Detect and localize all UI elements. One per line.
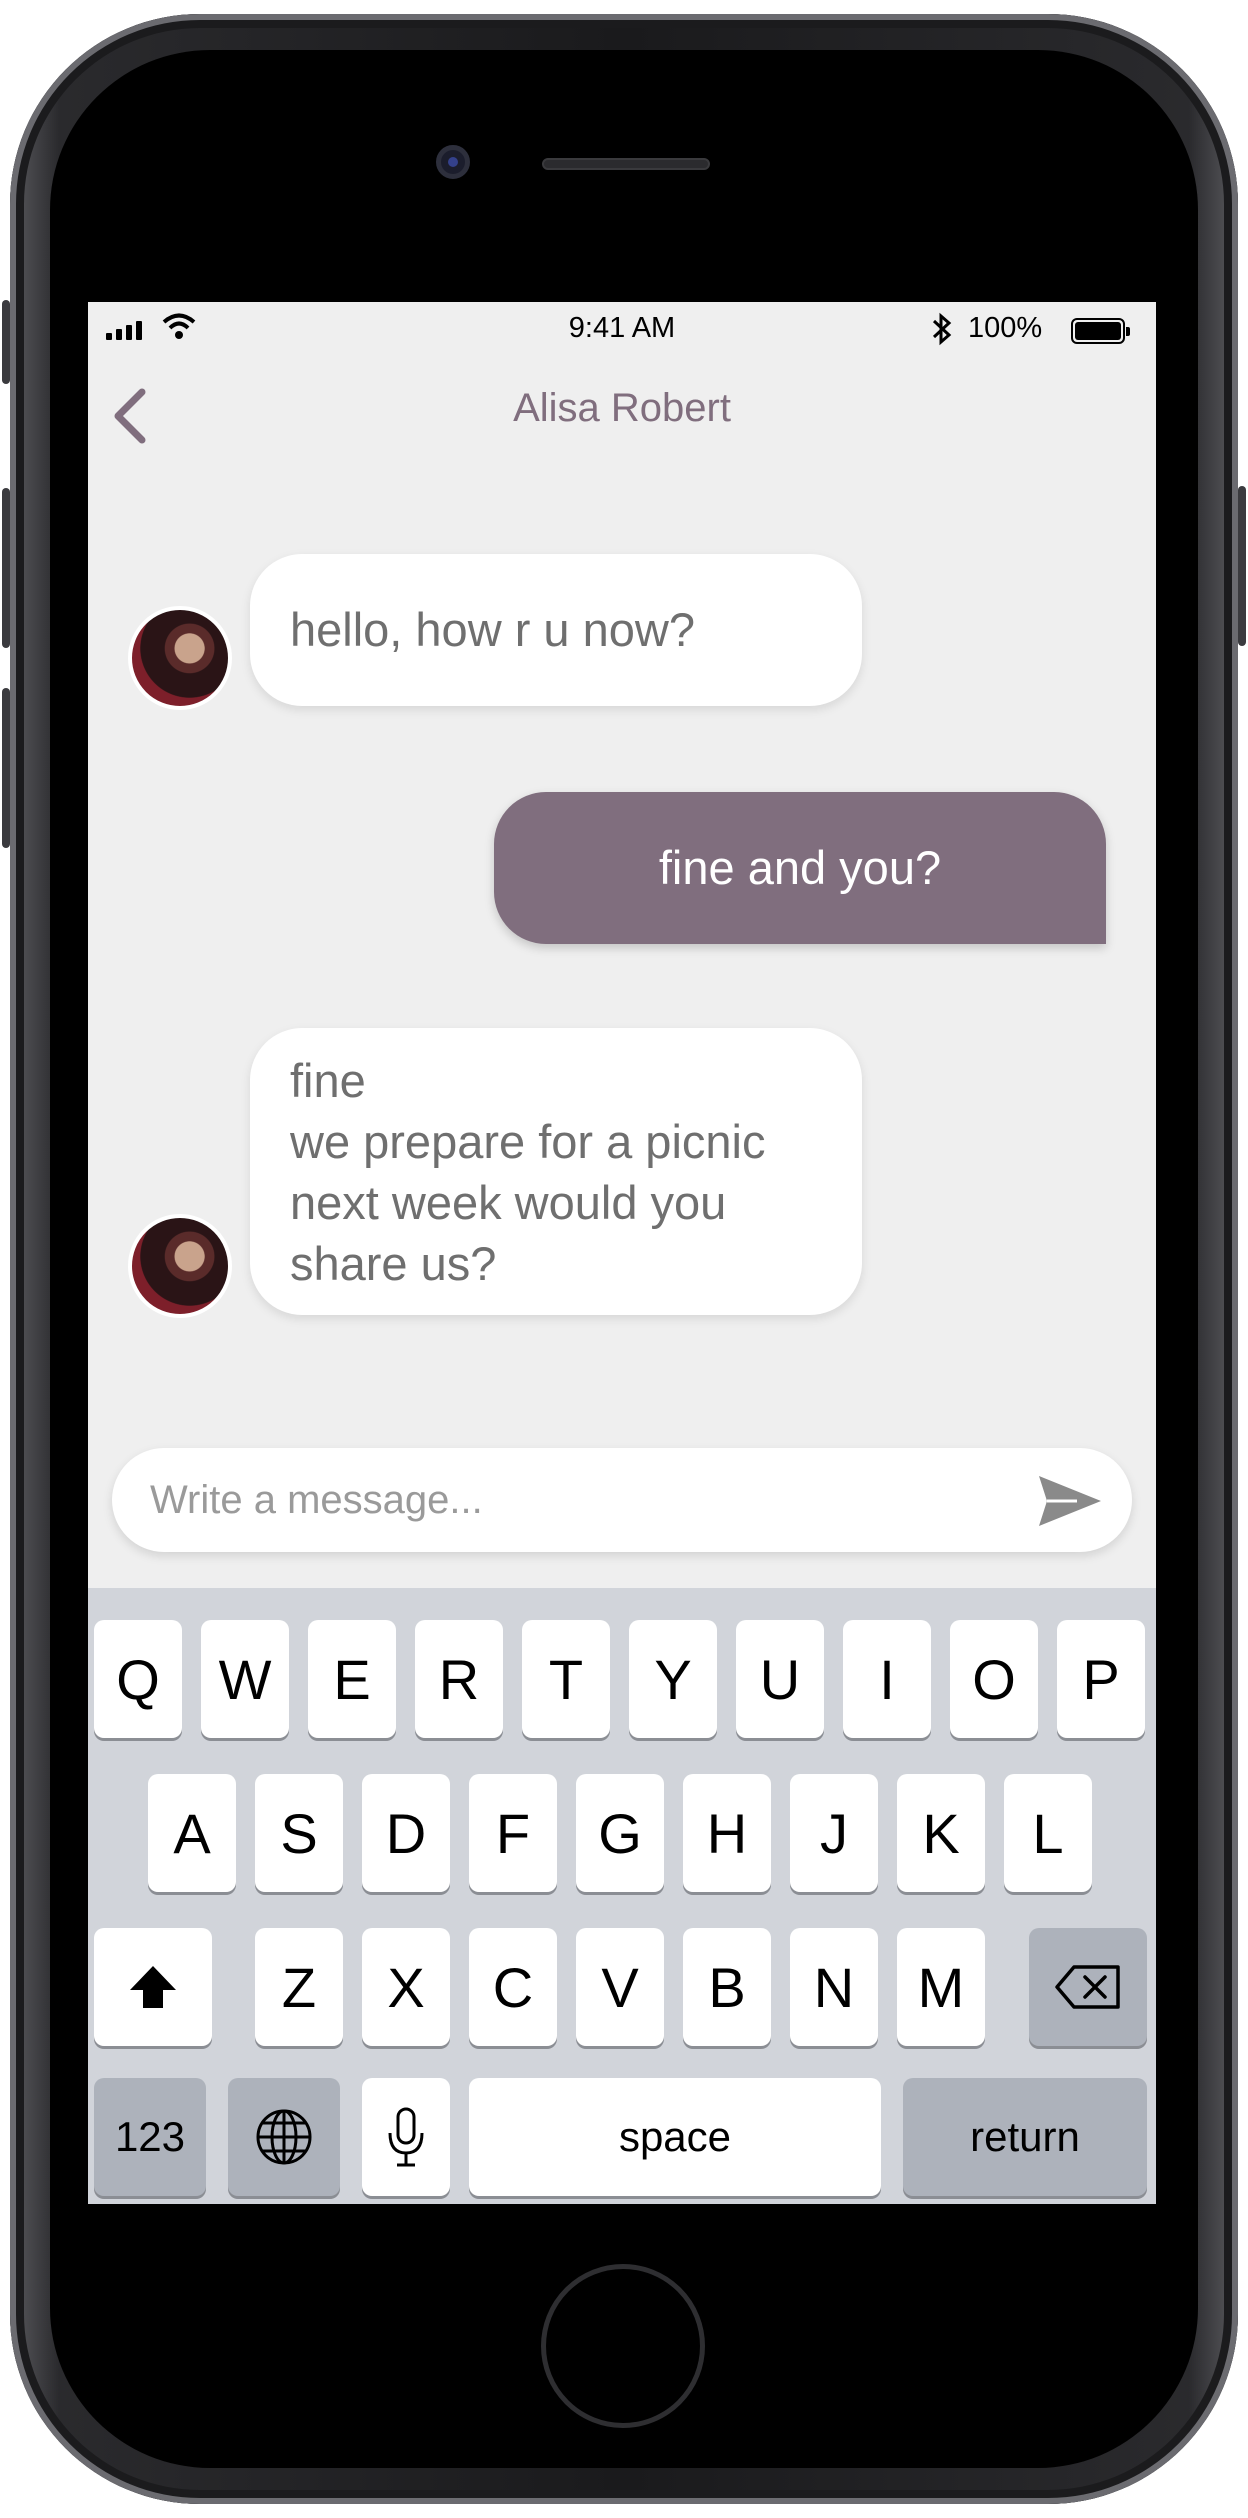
message-line: we prepare for a picnic xyxy=(290,1115,766,1168)
battery-icon xyxy=(1071,318,1130,344)
key-z[interactable]: Z xyxy=(255,1928,343,2046)
globe-key[interactable] xyxy=(228,2078,340,2196)
numbers-key[interactable]: 123 xyxy=(94,2078,206,2196)
status-bar: 9:41 AM 100% xyxy=(88,302,1156,356)
key-y[interactable]: Y xyxy=(629,1620,717,1738)
contact-name: Alisa Robert xyxy=(513,386,731,430)
key-x[interactable]: X xyxy=(362,1928,450,2046)
keyboard: Q W E R T Y U I O P A S D F G H J K L Z … xyxy=(88,1588,1156,2204)
key-p[interactable]: P xyxy=(1057,1620,1145,1738)
key-k[interactable]: K xyxy=(897,1774,985,1892)
nav-bar: Alisa Robert xyxy=(88,356,1156,456)
key-r[interactable]: R xyxy=(415,1620,503,1738)
battery-percentage: 100% xyxy=(968,312,1043,344)
key-l[interactable]: L xyxy=(1004,1774,1092,1892)
volume-up-button xyxy=(2,488,10,648)
incoming-message: fine we prepare for a picnic next week w… xyxy=(250,1028,862,1315)
chat-screen: 9:41 AM 100% Alisa Robert hello, how r u… xyxy=(88,302,1156,2204)
message-line: share us? xyxy=(290,1237,497,1290)
avatar[interactable] xyxy=(128,1214,232,1318)
return-key[interactable]: return xyxy=(903,2078,1147,2196)
key-j[interactable]: J xyxy=(790,1774,878,1892)
key-c[interactable]: C xyxy=(469,1928,557,2046)
message-input[interactable] xyxy=(150,1470,1020,1530)
shift-key[interactable] xyxy=(94,1928,212,2046)
key-f[interactable]: F xyxy=(469,1774,557,1892)
key-v[interactable]: V xyxy=(576,1928,664,2046)
dictation-key[interactable] xyxy=(362,2078,450,2196)
key-e[interactable]: E xyxy=(308,1620,396,1738)
message-line: fine xyxy=(290,1054,366,1107)
avatar[interactable] xyxy=(128,606,232,710)
key-q[interactable]: Q xyxy=(94,1620,182,1738)
backspace-icon xyxy=(1055,1965,1120,2009)
key-t[interactable]: T xyxy=(522,1620,610,1738)
key-n[interactable]: N xyxy=(790,1928,878,2046)
key-u[interactable]: U xyxy=(736,1620,824,1738)
silent-switch xyxy=(2,300,10,384)
volume-down-button xyxy=(2,688,10,848)
send-button[interactable] xyxy=(1037,1474,1103,1528)
key-w[interactable]: W xyxy=(201,1620,289,1738)
key-h[interactable]: H xyxy=(683,1774,771,1892)
shift-icon xyxy=(130,1966,176,2008)
earpiece-speaker xyxy=(542,158,710,170)
key-b[interactable]: B xyxy=(683,1928,771,2046)
outgoing-message: fine and you? xyxy=(494,792,1106,944)
key-i[interactable]: I xyxy=(843,1620,931,1738)
backspace-key[interactable] xyxy=(1029,1928,1147,2046)
key-s[interactable]: S xyxy=(255,1774,343,1892)
key-o[interactable]: O xyxy=(950,1620,1038,1738)
key-g[interactable]: G xyxy=(576,1774,664,1892)
microphone-icon xyxy=(388,2107,424,2167)
power-button xyxy=(1238,486,1246,646)
send-icon xyxy=(1039,1476,1101,1526)
message-composer xyxy=(112,1448,1132,1552)
globe-icon xyxy=(256,2109,312,2165)
incoming-message: hello, how r u now? xyxy=(250,554,862,706)
home-button[interactable] xyxy=(541,2264,705,2428)
front-camera xyxy=(436,145,470,179)
space-key[interactable]: space xyxy=(469,2078,881,2196)
message-line: next week would you xyxy=(290,1176,727,1229)
key-a[interactable]: A xyxy=(148,1774,236,1892)
bluetooth-icon xyxy=(932,312,952,346)
key-d[interactable]: D xyxy=(362,1774,450,1892)
key-m[interactable]: M xyxy=(897,1928,985,2046)
